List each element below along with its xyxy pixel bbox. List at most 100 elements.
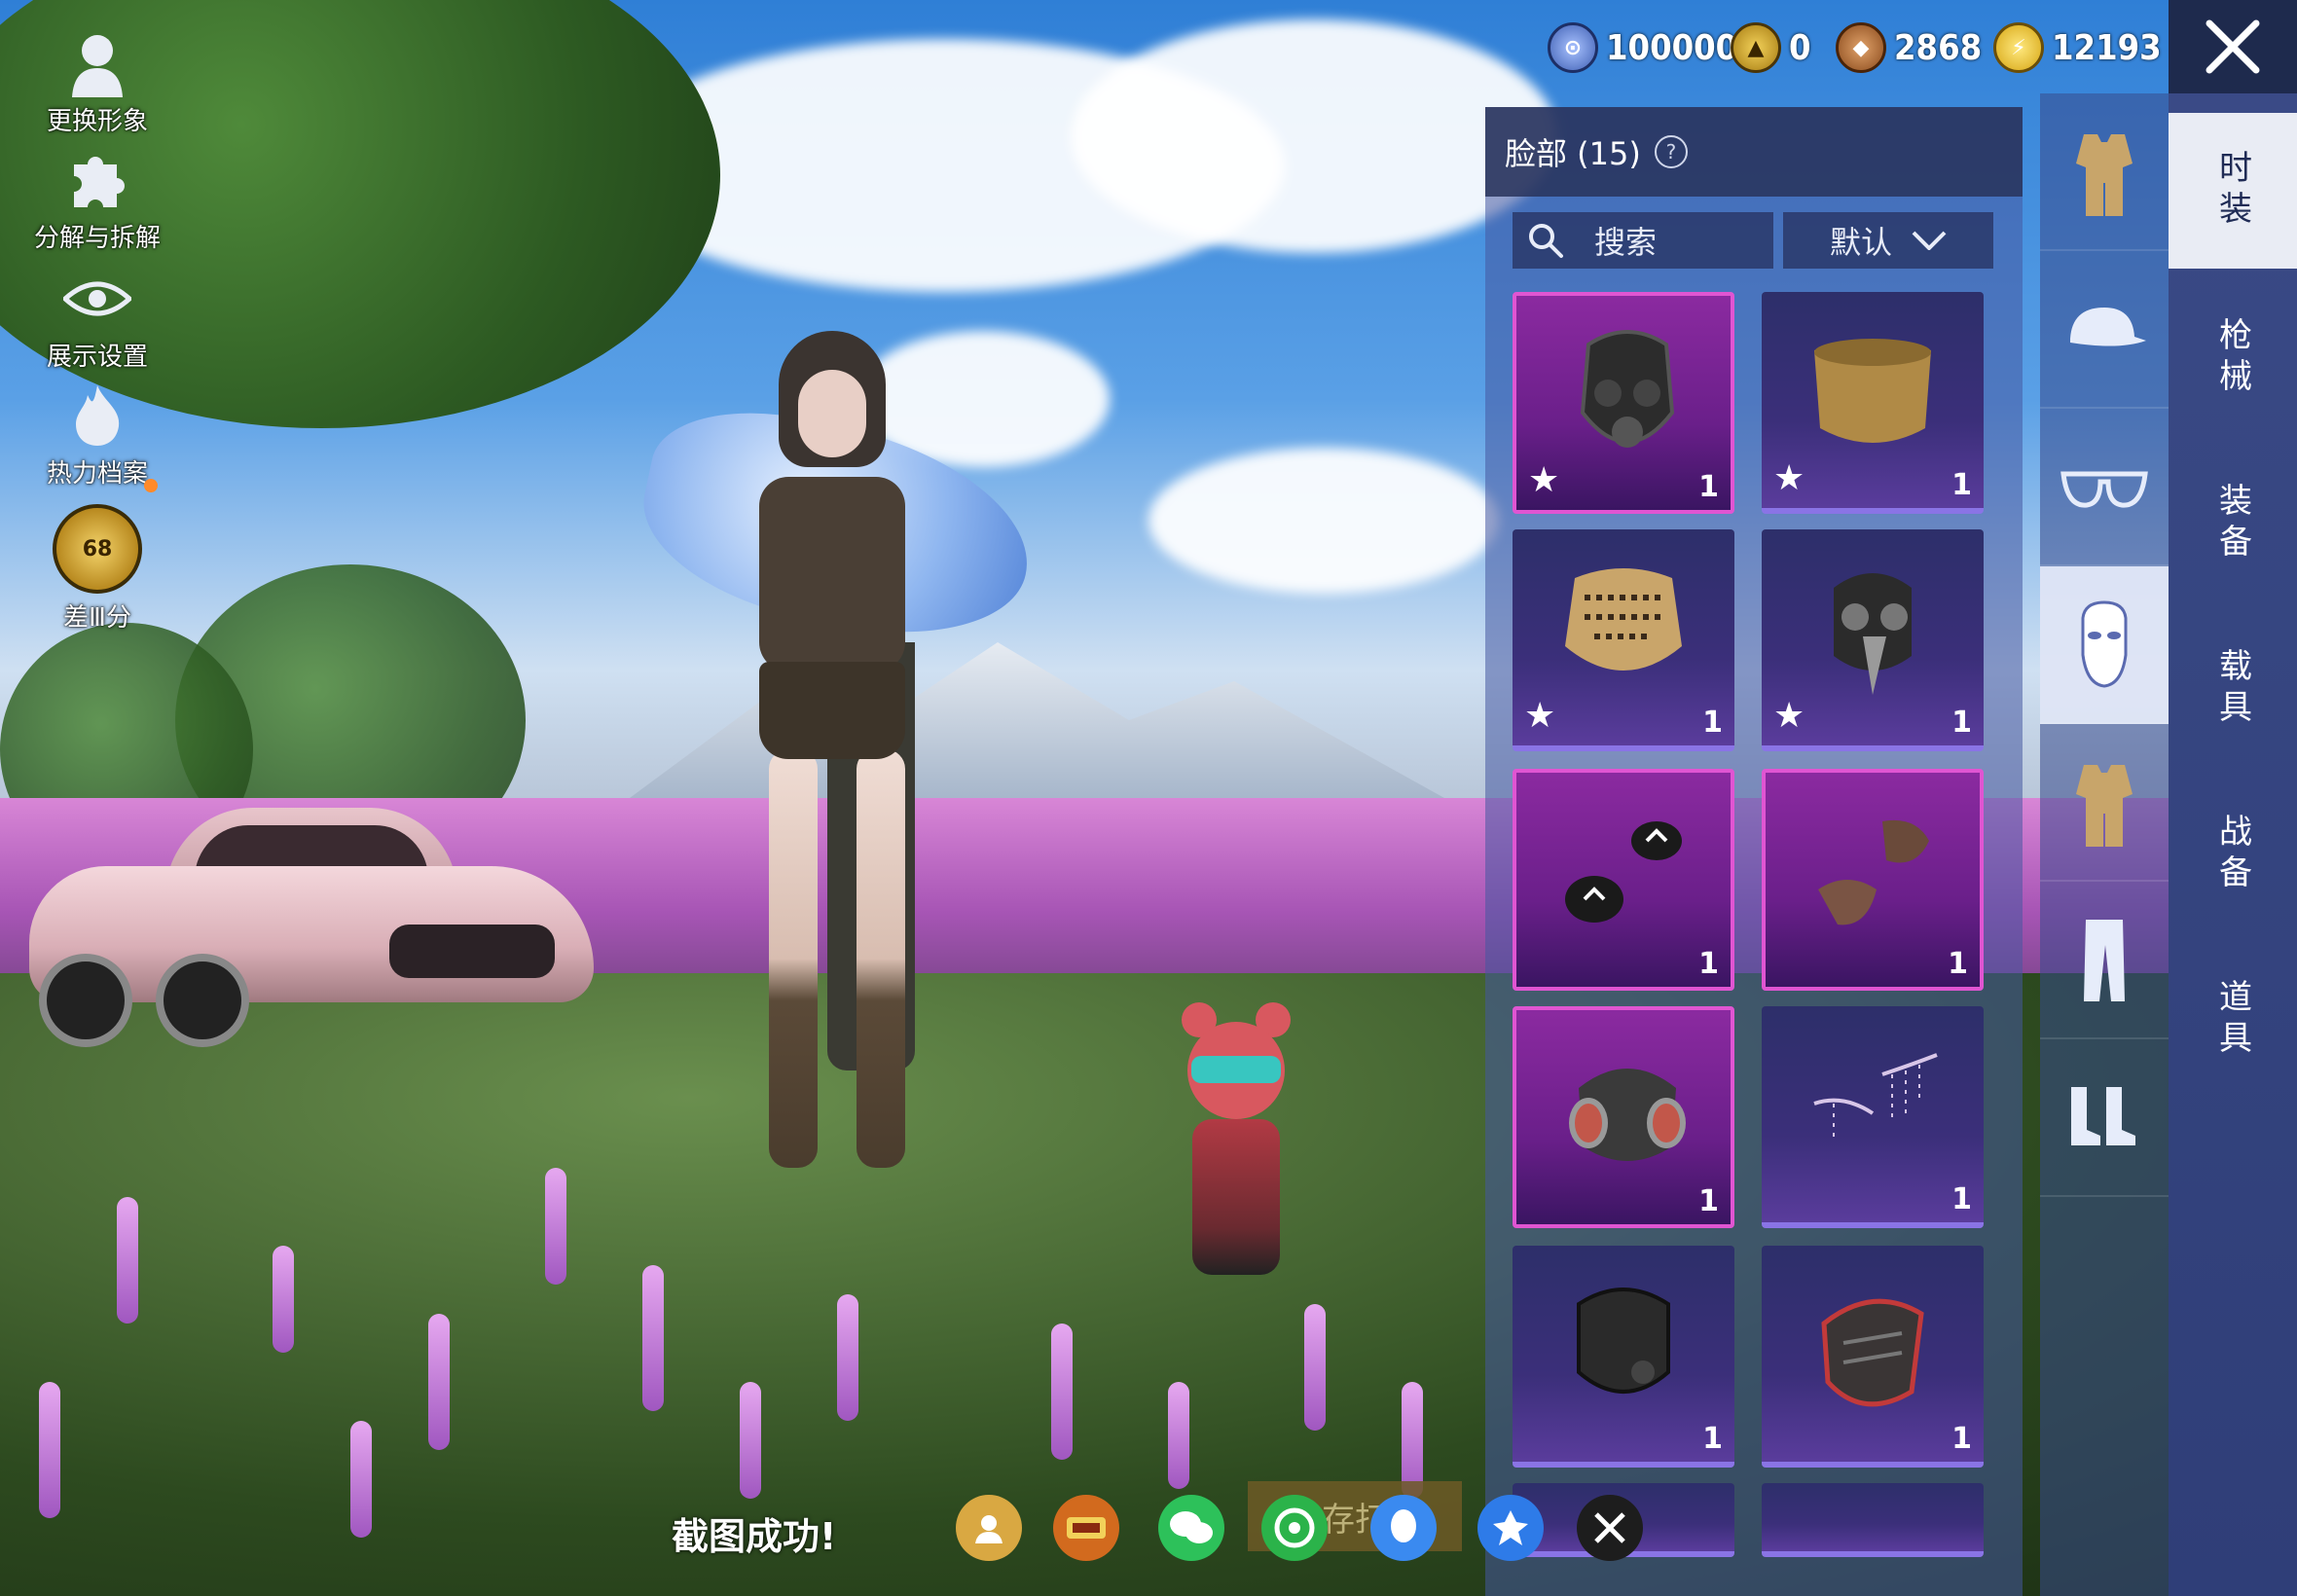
close-button[interactable]: [2169, 0, 2297, 93]
pet-companion: [1178, 1002, 1294, 1275]
item-card[interactable]: ★ 1: [1513, 529, 1734, 751]
search-icon: [1529, 224, 1563, 258]
wechat-icon[interactable]: [1158, 1495, 1224, 1561]
category-column: [2040, 93, 2169, 1596]
face-mask-icon: [2081, 600, 2128, 688]
tab-gear[interactable]: 战备: [2169, 777, 2297, 932]
sort-label: 默认: [1829, 224, 1892, 261]
tab-fashion[interactable]: 时装: [2169, 113, 2297, 269]
decompose-label: 分解与拆解: [33, 224, 161, 253]
item-card[interactable]: ★ 1: [1762, 529, 1984, 751]
chevron-down-icon: [1912, 231, 1947, 250]
item-card[interactable]: ★ 1: [1513, 292, 1734, 514]
rank-level: 68: [82, 536, 113, 562]
tab-weapons[interactable]: 枪械: [2169, 280, 2297, 436]
item-quantity: 1: [1951, 1422, 1972, 1456]
user-silhouette-icon: [63, 29, 131, 97]
tab-gear-label: 战备: [2212, 814, 2252, 895]
item-card[interactable]: 1: [1762, 1246, 1984, 1468]
item-card[interactable]: 1: [1513, 769, 1734, 991]
tab-equipment[interactable]: 装备: [2169, 446, 2297, 601]
eye-icon: [63, 265, 131, 333]
category-outfit-2[interactable]: [2040, 724, 2169, 882]
item-quantity: 1: [1698, 470, 1719, 504]
coupon-b-icon: ▲: [1731, 22, 1781, 73]
decompose-button[interactable]: 分解与拆解: [0, 146, 195, 254]
close-icon: [2206, 19, 2260, 74]
tab-vehicles[interactable]: 载具: [2169, 611, 2297, 767]
item-card[interactable]: 1: [1762, 769, 1984, 991]
outfit-icon: [2076, 134, 2133, 216]
moments-icon[interactable]: [1261, 1495, 1328, 1561]
display-settings-button[interactable]: 展示设置: [0, 265, 195, 373]
notification-dot: [144, 479, 158, 492]
tab-equipment-label: 装备: [2212, 483, 2252, 564]
item-quantity: 1: [1951, 468, 1972, 502]
profile-share-icon[interactable]: [956, 1495, 1022, 1561]
currency-coupon-c[interactable]: ◆ 2868: [1836, 18, 1982, 78]
help-icon[interactable]: ?: [1654, 135, 1688, 168]
coupon-d-icon: ⚡: [1993, 22, 2044, 73]
qzone-icon[interactable]: [1477, 1495, 1544, 1561]
item-quantity: 1: [1948, 947, 1968, 981]
item-card[interactable]: ★ 1: [1762, 292, 1984, 514]
tab-vehicles-label: 载具: [2212, 648, 2252, 730]
category-shoes[interactable]: [2040, 1039, 2169, 1197]
vehicle-car: [29, 808, 594, 1047]
star-icon: ★: [1524, 696, 1556, 736]
category-face[interactable]: [2040, 566, 2169, 724]
face-chain-icon: [1813, 1053, 1938, 1143]
change-look-button[interactable]: 更换形象: [0, 29, 195, 137]
puzzle-icon: [63, 146, 131, 214]
coupon-a-icon: ⊙: [1548, 22, 1598, 73]
coupon-c-value: 2868: [1894, 27, 1983, 68]
neck-gaiter-icon: [1814, 339, 1931, 443]
item-card[interactable]: 1: [1513, 1006, 1734, 1228]
shemagh-scarf-icon: [1565, 568, 1682, 671]
rank-text: 差Ⅲ分: [63, 603, 131, 633]
tab-items-label: 道具: [2212, 979, 2252, 1061]
panel-header: 脸部 (15) ?: [1485, 107, 2023, 197]
category-pants[interactable]: [2040, 882, 2169, 1039]
rank-badge-button[interactable]: 68 差Ⅲ分: [0, 504, 195, 634]
game-share-icon[interactable]: [1577, 1495, 1643, 1561]
flame-icon: [63, 381, 131, 450]
category-outfit[interactable]: [2040, 93, 2169, 251]
star-icon: ★: [1773, 458, 1805, 498]
gas-mask-icon: [1580, 330, 1675, 448]
currency-coupon-a[interactable]: ⊙ 100000: [1548, 18, 1737, 78]
currency-coupon-b[interactable]: ▲ 0: [1731, 18, 1811, 78]
item-quantity: 1: [1698, 947, 1719, 981]
coupon-d-value: 12193: [2052, 27, 2162, 68]
item-card[interactable]: 1: [1513, 1246, 1734, 1468]
star-icon: ★: [1528, 460, 1560, 500]
boots-icon: [2071, 1087, 2135, 1145]
leather-mask-icon: [1818, 819, 1929, 925]
category-glasses[interactable]: [2040, 409, 2169, 566]
item-card[interactable]: [1762, 1483, 1984, 1557]
heat-archive-label: 热力档案: [46, 459, 148, 489]
item-quantity: 1: [1702, 706, 1723, 740]
currency-coupon-d[interactable]: ⚡ 12193: [1993, 18, 2162, 78]
fang-mask-icon: [1565, 821, 1682, 923]
search-box[interactable]: 搜索: [1513, 212, 1773, 269]
red-armor-mask-icon: [1821, 1298, 1924, 1407]
coupon-b-value: 0: [1789, 27, 1811, 68]
tab-fashion-label: 时装: [2212, 150, 2252, 232]
respirator-icon: [1569, 1069, 1686, 1161]
panel-title: 脸部 (15): [1505, 135, 1641, 172]
category-hat[interactable]: [2040, 251, 2169, 409]
search-label: 搜索: [1594, 224, 1658, 261]
heat-archive-button[interactable]: 热力档案: [0, 381, 195, 490]
peace-elite-icon[interactable]: [1053, 1495, 1119, 1561]
qq-icon[interactable]: [1370, 1495, 1437, 1561]
glasses-icon: [2060, 471, 2148, 508]
item-quantity: 1: [1702, 1422, 1723, 1456]
plague-doctor-mask-icon: [1834, 573, 1912, 695]
tab-items[interactable]: 道具: [2169, 942, 2297, 1098]
sort-dropdown[interactable]: 默认: [1783, 212, 1993, 269]
item-quantity: 1: [1951, 1182, 1972, 1216]
coupon-a-value: 100000: [1606, 27, 1738, 68]
item-card[interactable]: 1: [1762, 1006, 1984, 1228]
black-mask-icon: [1577, 1288, 1670, 1394]
